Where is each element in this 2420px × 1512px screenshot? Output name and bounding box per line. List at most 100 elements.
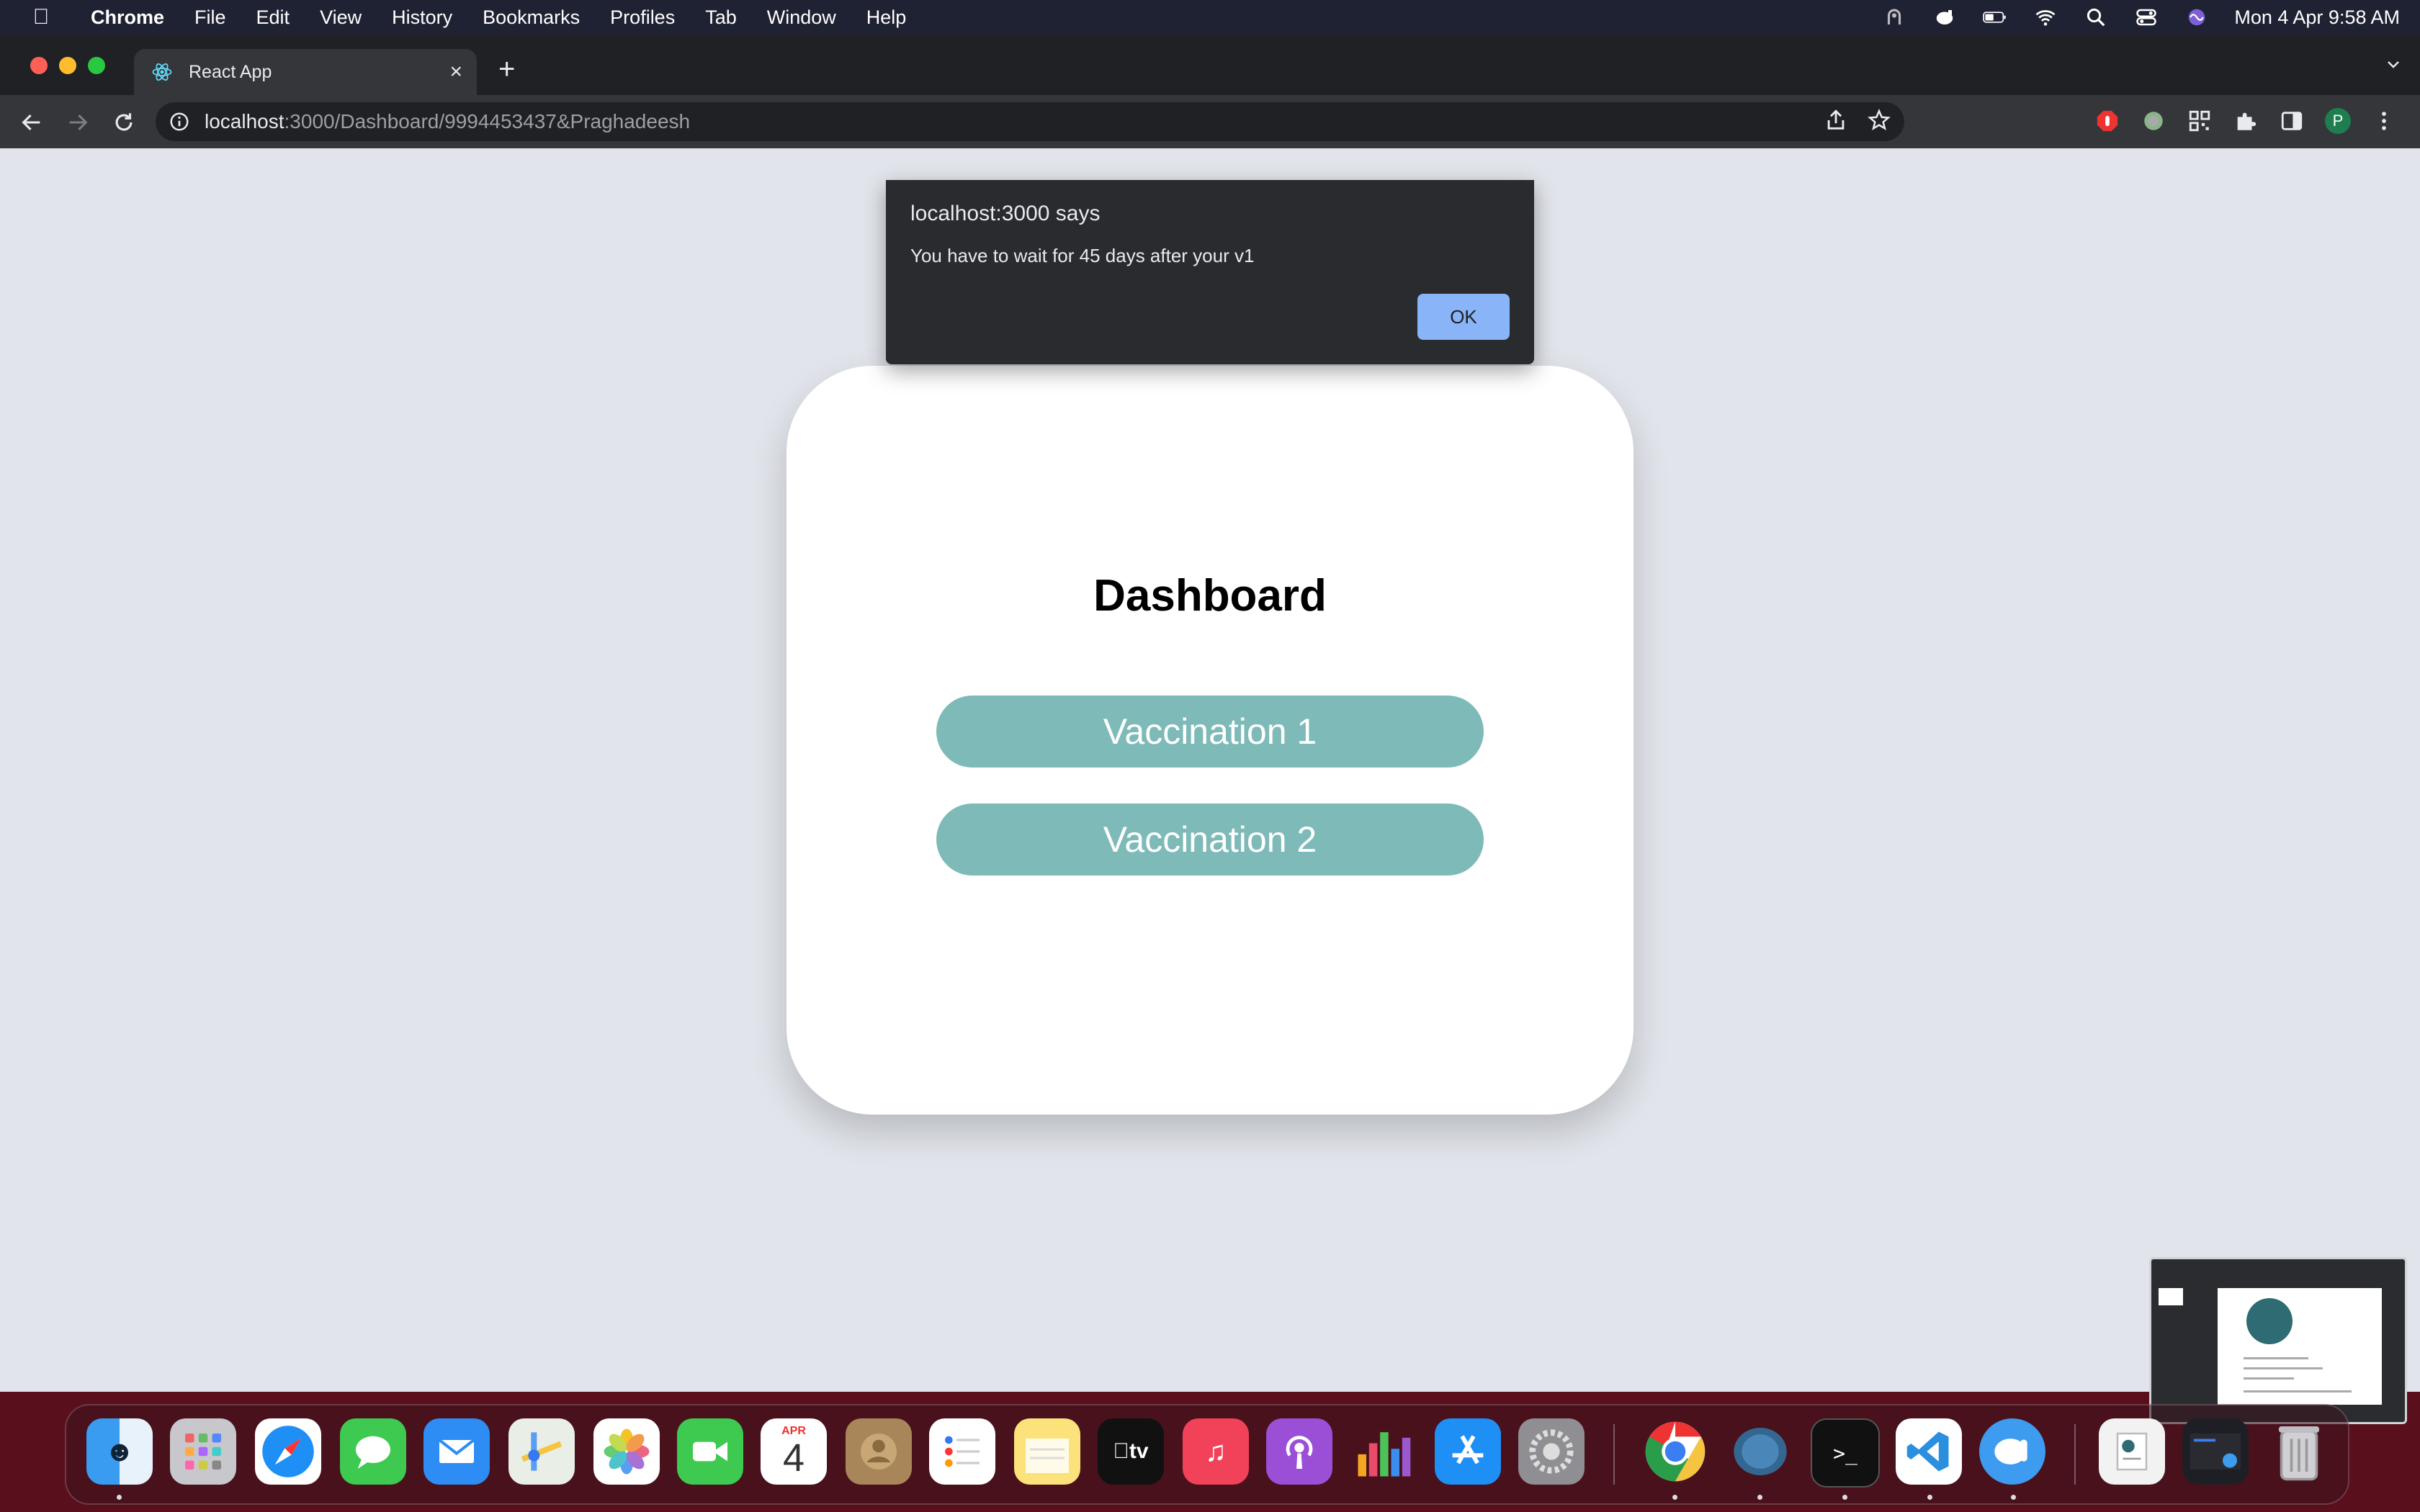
contacts-icon[interactable] xyxy=(846,1418,912,1485)
menu-window[interactable]: Window xyxy=(767,6,836,29)
menu-tab[interactable]: Tab xyxy=(705,6,737,29)
vaccination-1-button[interactable]: Vaccination 1 xyxy=(936,696,1484,768)
battery-icon[interactable] xyxy=(1982,6,2008,28)
preview-text-line xyxy=(2244,1377,2294,1380)
wifi-icon[interactable] xyxy=(2033,6,2058,28)
running-indicator xyxy=(1927,1495,1932,1500)
chrome-icon[interactable] xyxy=(1642,1418,1708,1485)
menu-bookmarks[interactable]: Bookmarks xyxy=(483,6,580,29)
dialog-ok-button[interactable]: OK xyxy=(1417,294,1510,340)
new-tab-button[interactable]: + xyxy=(498,55,515,84)
tab-title: React App xyxy=(189,61,272,82)
running-indicator xyxy=(1757,1495,1762,1500)
browser-toolbar: localhost:3000/Dashboard/9994453437&Prag… xyxy=(0,95,2420,148)
numbers-icon[interactable] xyxy=(1350,1418,1416,1485)
pdf-document-icon[interactable] xyxy=(2099,1418,2165,1485)
menu-file[interactable]: File xyxy=(194,6,226,29)
adblock-extension-icon[interactable] xyxy=(2094,108,2120,134)
extensions-puzzle-icon[interactable] xyxy=(2233,108,2259,134)
running-indicator xyxy=(1842,1495,1847,1500)
share-icon[interactable] xyxy=(1824,108,1848,132)
safari-icon[interactable] xyxy=(255,1418,321,1485)
menu-help[interactable]: Help xyxy=(866,6,907,29)
maps-icon[interactable] xyxy=(508,1418,575,1485)
dock: ☻ APR 4 tv ♫ xyxy=(65,1404,2349,1505)
page-title: Dashboard xyxy=(1093,571,1327,621)
screenshot-thumbnail-preview[interactable] xyxy=(2149,1257,2407,1424)
running-indicator xyxy=(1672,1495,1677,1500)
page-content: Dashboard Vaccination 1 Vaccination 2 lo… xyxy=(0,148,2420,1392)
reload-icon[interactable] xyxy=(109,108,138,137)
address-bar[interactable]: localhost:3000/Dashboard/9994453437&Prag… xyxy=(156,102,1904,141)
dashboard-card: Dashboard Vaccination 1 Vaccination 2 xyxy=(786,366,1634,1115)
apple-menu-icon[interactable]:  xyxy=(29,5,53,30)
preview-text-line xyxy=(2244,1390,2352,1392)
vaccination-2-button[interactable]: Vaccination 2 xyxy=(936,804,1484,876)
preview-document xyxy=(2218,1288,2382,1405)
dock-separator xyxy=(1613,1424,1615,1485)
react-logo-icon xyxy=(152,63,172,81)
facetime-icon[interactable] xyxy=(677,1418,743,1485)
vaccine-badge-image xyxy=(2246,1298,2293,1344)
tab-react-app[interactable]: React App × xyxy=(134,49,477,95)
menu-edit[interactable]: Edit xyxy=(256,6,290,29)
profile-avatar[interactable]: P xyxy=(2325,108,2351,134)
tableplus-elephant-icon[interactable] xyxy=(1979,1418,2045,1485)
siri-icon[interactable] xyxy=(2184,6,2210,28)
finder-icon[interactable]: ☻ xyxy=(86,1418,153,1485)
reminders-icon[interactable] xyxy=(929,1418,995,1485)
running-indicator xyxy=(2011,1495,2016,1500)
site-info-icon[interactable] xyxy=(169,111,190,132)
launchpad-icon[interactable] xyxy=(170,1418,236,1485)
window-zoom-button[interactable] xyxy=(88,57,105,74)
music-icon[interactable]: ♫ xyxy=(1183,1418,1249,1485)
app-store-icon[interactable] xyxy=(1435,1418,1501,1485)
vscode-icon[interactable] xyxy=(1896,1418,1962,1485)
photos-icon[interactable] xyxy=(593,1418,660,1485)
messages-icon[interactable] xyxy=(340,1418,406,1485)
bookmark-star-icon[interactable] xyxy=(1867,108,1891,132)
alert-dialog: localhost:3000 says You have to wait for… xyxy=(886,180,1534,364)
tab-close-icon[interactable]: × xyxy=(449,60,462,84)
control-center-icon[interactable] xyxy=(2133,6,2159,28)
forward-arrow-icon[interactable] xyxy=(63,108,92,137)
url-host: localhost xyxy=(205,110,284,132)
notes-icon[interactable] xyxy=(1014,1418,1080,1485)
tableplus-status-icon[interactable] xyxy=(1932,6,1958,28)
url-text: localhost:3000/Dashboard/9994453437&Prag… xyxy=(205,110,690,133)
airdrop-status-icon[interactable] xyxy=(1881,6,1907,28)
spotlight-search-icon[interactable] xyxy=(2083,6,2109,28)
browser-window: React App × + localhost:3000/Dashboard/9… xyxy=(0,35,2420,1424)
window-minimize-button[interactable] xyxy=(59,57,76,74)
back-arrow-icon[interactable] xyxy=(17,108,46,137)
window-close-button[interactable] xyxy=(30,57,48,74)
menu-history[interactable]: History xyxy=(392,6,452,29)
dialog-message: You have to wait for 45 days after your … xyxy=(910,245,1255,266)
screenshot-file-icon[interactable] xyxy=(2182,1418,2249,1485)
menu-profiles[interactable]: Profiles xyxy=(610,6,675,29)
tab-search-chevron-icon[interactable] xyxy=(2383,56,2404,73)
terminal-icon[interactable]: >_ xyxy=(1811,1418,1880,1488)
menu-bar-clock[interactable]: Mon 4 Apr 9:58 AM xyxy=(2234,6,2400,29)
mail-icon[interactable] xyxy=(424,1418,490,1485)
side-panel-icon[interactable] xyxy=(2279,108,2305,134)
menu-view[interactable]: View xyxy=(320,6,362,29)
trash-icon[interactable] xyxy=(2266,1418,2332,1485)
apple-tv-icon[interactable]: tv xyxy=(1098,1418,1164,1485)
chrome-menu-kebab-icon[interactable] xyxy=(2371,108,2397,134)
dock-separator xyxy=(2074,1424,2076,1485)
system-preferences-icon[interactable] xyxy=(1518,1418,1585,1485)
tab-strip: React App × + xyxy=(0,35,2420,95)
calendar-day: 4 xyxy=(782,1436,805,1480)
pgadmin-elephant-icon[interactable] xyxy=(1727,1418,1793,1485)
url-path: :3000/Dashboard/9994453437&Praghadeesh xyxy=(284,110,691,132)
calendar-icon[interactable]: APR 4 xyxy=(761,1418,827,1485)
preview-sidebar-page xyxy=(2159,1288,2183,1305)
grey-circle-extension-icon[interactable] xyxy=(2141,108,2166,134)
running-indicator xyxy=(117,1495,122,1500)
dialog-title: localhost:3000 says xyxy=(910,202,1101,225)
menu-bar:  Chrome File Edit View History Bookmark… xyxy=(0,0,2420,35)
menu-app-name[interactable]: Chrome xyxy=(91,6,164,29)
podcasts-icon[interactable] xyxy=(1266,1418,1332,1485)
qr-code-extension-icon[interactable] xyxy=(2187,108,2213,134)
